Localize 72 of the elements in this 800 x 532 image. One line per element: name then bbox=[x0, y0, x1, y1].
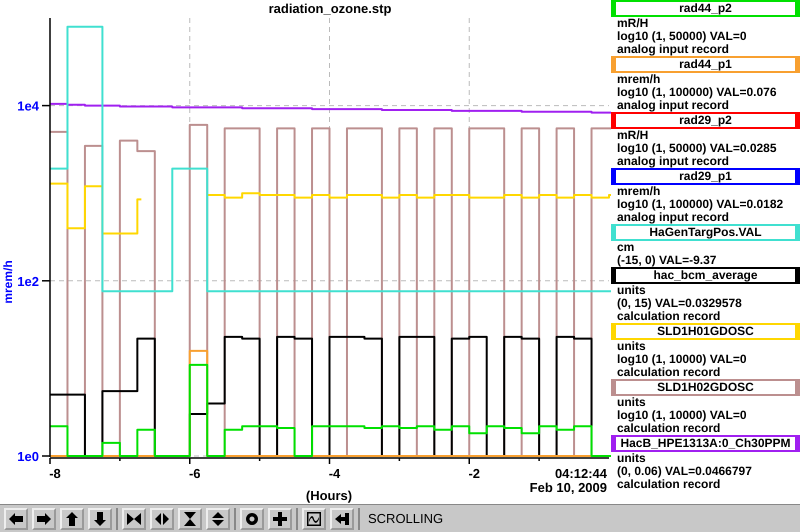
time-label: 04:12:44 bbox=[554, 466, 607, 481]
legend-item-name[interactable]: rad44_p2 bbox=[611, 0, 800, 17]
chart-title: radiation_ozone.stp bbox=[268, 1, 392, 16]
inward-triangles-icon bbox=[126, 510, 142, 526]
legend-info-text: calculation record bbox=[616, 366, 722, 379]
legend-info-text: analog input record bbox=[616, 43, 730, 56]
legend-info-text: mR/H bbox=[616, 17, 650, 30]
legend-info-text: mrem/h bbox=[616, 73, 662, 86]
legend-item-name[interactable]: HaGenTargPos.VAL bbox=[611, 224, 800, 241]
y-tick-label: 1e2 bbox=[17, 274, 39, 289]
legend-info-text: analog input record bbox=[616, 155, 730, 168]
legend-item-name[interactable]: SLD1H01GDOSC bbox=[611, 323, 800, 340]
outward-triangles-icon bbox=[154, 510, 170, 526]
legend-info-text: log10 (1, 100000) VAL=0.076 bbox=[616, 86, 778, 99]
legend-info-text: log10 (1, 50000) VAL=0 bbox=[616, 30, 748, 43]
legend-info-text: (-15, 0) VAL=-9.37 bbox=[616, 254, 718, 267]
legend-item-name[interactable]: HacB_HPE1313A:0_Ch30PPM bbox=[611, 435, 800, 452]
legend-info-text: units bbox=[616, 340, 647, 353]
legend-item-name[interactable]: rad44_p1 bbox=[611, 56, 800, 73]
legend-info-text: log10 (1, 100000) VAL=0.0182 bbox=[616, 198, 784, 211]
diamond-arrows-button[interactable] bbox=[206, 508, 230, 530]
legend-info-text: log10 (1, 50000) VAL=0.0285 bbox=[616, 142, 778, 155]
down-arrow-button[interactable] bbox=[88, 508, 112, 530]
left-arrow-button[interactable] bbox=[4, 508, 28, 530]
x-tick-label: -2 bbox=[468, 466, 480, 481]
inward-triangles-button[interactable] bbox=[122, 508, 146, 530]
plus-icon bbox=[272, 510, 288, 526]
date-label: Feb 10, 2009 bbox=[530, 480, 607, 495]
ring-button[interactable] bbox=[240, 508, 264, 530]
x-tick-label: -4 bbox=[328, 466, 340, 481]
legend-info-text: mR/H bbox=[616, 129, 650, 142]
right-arrow-icon bbox=[36, 510, 52, 526]
legend-info-text: calculation record bbox=[616, 310, 722, 323]
legend-item-name[interactable]: hac_bcm_average bbox=[611, 267, 800, 284]
legend-info-text: units bbox=[616, 452, 647, 465]
up-arrow-button[interactable] bbox=[60, 508, 84, 530]
wave-graph-icon bbox=[306, 510, 322, 526]
x-axis-label: (Hours) bbox=[306, 488, 352, 503]
legend-info-text: mrem/h bbox=[616, 185, 662, 198]
outward-triangles-button[interactable] bbox=[150, 508, 174, 530]
down-arrow-icon bbox=[92, 510, 108, 526]
wave-graph-button[interactable] bbox=[302, 508, 326, 530]
legend-info-text: (0, 0.06) VAL=0.0466797 bbox=[616, 465, 753, 478]
arrow-to-bar-button[interactable] bbox=[330, 508, 354, 530]
x-tick-label: -8 bbox=[49, 466, 61, 481]
up-arrow-icon bbox=[64, 510, 80, 526]
legend-info-text: calculation record bbox=[616, 422, 722, 435]
hourglass-icon bbox=[182, 510, 198, 526]
hourglass-button[interactable] bbox=[178, 508, 202, 530]
x-tick-label: -6 bbox=[188, 466, 201, 481]
legend-item-name[interactable]: SLD1H02GDOSC bbox=[611, 379, 800, 396]
status-text: SCROLLING bbox=[368, 510, 444, 528]
legend-info-text: analog input record bbox=[616, 211, 730, 224]
legend-info-text: calculation record bbox=[616, 478, 722, 491]
plus-button[interactable] bbox=[268, 508, 292, 530]
legend-info-text: units bbox=[616, 284, 647, 297]
legend-info-text: log10 (1, 10000) VAL=0 bbox=[616, 409, 748, 422]
legend-item-name[interactable]: rad29_p1 bbox=[611, 168, 800, 185]
legend-info-text: analog input record bbox=[616, 99, 730, 112]
ring-icon bbox=[244, 510, 260, 526]
legend-info-text: (0, 15) VAL=0.0329578 bbox=[616, 297, 743, 310]
arrow-to-bar-icon bbox=[334, 510, 350, 526]
right-arrow-button[interactable] bbox=[32, 508, 56, 530]
y-tick-label: 1e0 bbox=[17, 449, 39, 464]
diamond-arrows-icon bbox=[210, 510, 226, 526]
legend-info-text: cm bbox=[616, 241, 636, 254]
left-arrow-icon bbox=[8, 510, 24, 526]
y-axis-label: mrem/h bbox=[1, 260, 15, 304]
legend-info-text: log10 (1, 10000) VAL=0 bbox=[616, 353, 748, 366]
legend-info-text: units bbox=[616, 396, 647, 409]
legend-item-name[interactable]: rad29_p2 bbox=[611, 112, 800, 129]
y-tick-label: 1e4 bbox=[17, 98, 39, 114]
